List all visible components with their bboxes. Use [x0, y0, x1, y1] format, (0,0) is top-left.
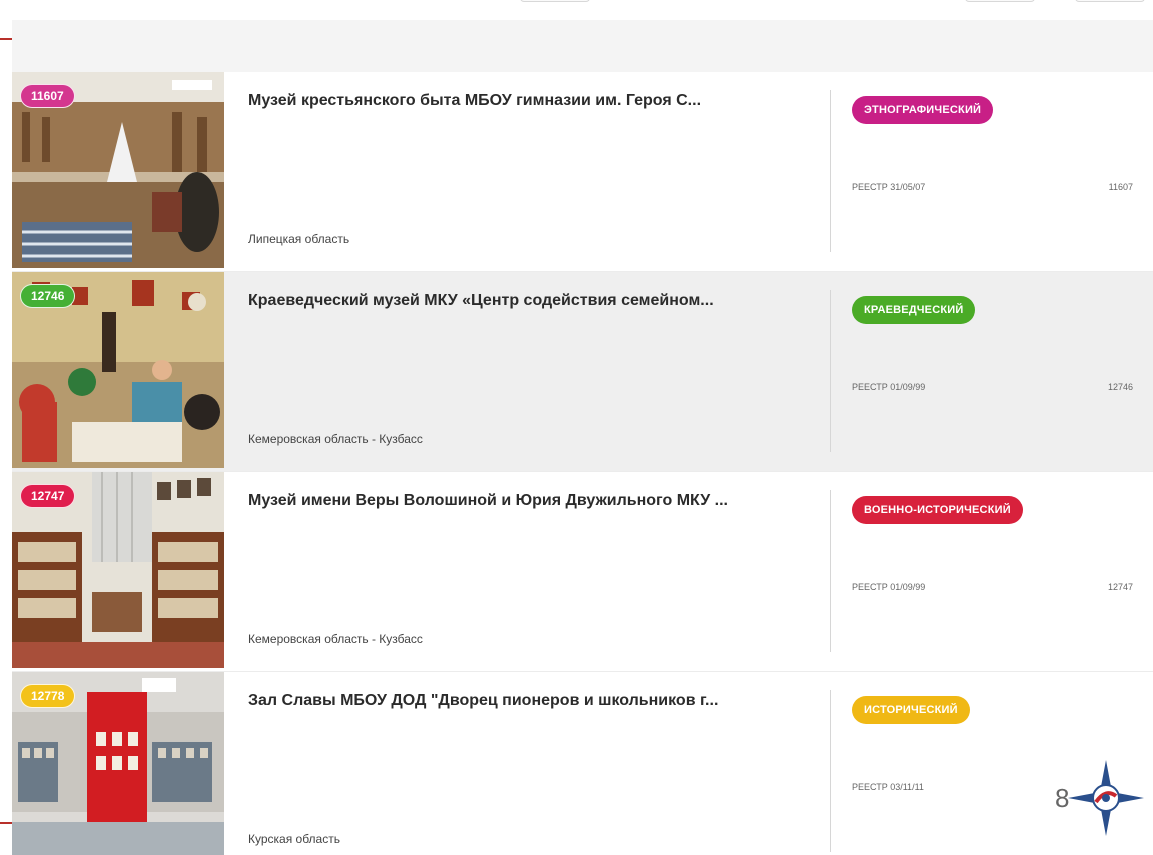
- museum-number: 12746: [1107, 382, 1133, 392]
- museum-type-tag[interactable]: КРАЕВЕДЧЕСКИЙ: [852, 296, 976, 324]
- list-header-bar: [12, 20, 1153, 72]
- top-toolbar-strip: [0, 0, 1153, 20]
- museum-type-tag[interactable]: ИСТОРИЧЕСКИЙ: [852, 696, 970, 724]
- museum-photo[interactable]: 12746: [12, 272, 224, 468]
- museum-type-tag[interactable]: ВОЕННО-ИСТОРИЧЕСКИЙ: [852, 496, 1023, 524]
- museum-region: Курская область: [248, 832, 340, 846]
- toolbar-tab[interactable]: [1075, 0, 1145, 2]
- museum-id-badge: 11607: [20, 84, 75, 108]
- museum-type-tag[interactable]: ЭТНОГРАФИЧЕСКИЙ: [852, 96, 994, 124]
- card-divider: [830, 490, 831, 652]
- museum-list: 11607 Музей крестьянского быта МБОУ гимн…: [12, 72, 1153, 855]
- museum-id-badge: 12746: [20, 284, 76, 308]
- card-divider: [830, 90, 831, 252]
- museum-card[interactable]: 12778 Зал Славы МБОУ ДОД "Дворец пионеро…: [12, 672, 1153, 855]
- card-divider: [830, 290, 831, 452]
- registry-date: РЕЕСТР 31/05/07: [852, 182, 926, 192]
- museum-number: 11607: [1108, 182, 1133, 192]
- registry-date: РЕЕСТР 01/09/99: [852, 382, 926, 392]
- museum-number: 12747: [1107, 582, 1133, 592]
- registry-date: РЕЕСТР 01/09/99: [852, 582, 926, 592]
- museum-region: Кемеровская область - Кузбасс: [248, 432, 423, 446]
- museum-id-badge: 12747: [20, 484, 76, 508]
- museum-photo[interactable]: 12747: [12, 472, 224, 668]
- card-divider: [830, 690, 831, 852]
- museum-title[interactable]: Зал Славы МБОУ ДОД "Дворец пионеров и шк…: [248, 692, 808, 710]
- museum-title[interactable]: Музей крестьянского быта МБОУ гимназии и…: [248, 92, 808, 110]
- museum-region: Липецкая область: [248, 232, 350, 246]
- museum-title[interactable]: Музей имени Веры Волошиной и Юрия Двужил…: [248, 492, 808, 510]
- museum-photo[interactable]: 12778: [12, 672, 224, 855]
- toolbar-tab[interactable]: [965, 0, 1035, 2]
- museum-photo[interactable]: 11607: [12, 72, 224, 268]
- museum-id-badge: 12778: [20, 684, 76, 708]
- museum-region: Кемеровская область - Кузбасс: [248, 632, 423, 646]
- registry-date: РЕЕСТР 03/11/11: [852, 782, 924, 792]
- museum-card[interactable]: 12746 Краеведческий музей МКУ «Центр сод…: [12, 272, 1153, 472]
- compass-rose-logo-icon: [1068, 760, 1144, 836]
- museum-title[interactable]: Краеведческий музей МКУ «Центр содействи…: [248, 292, 808, 310]
- museum-card[interactable]: 12747 Музей имени Веры Волошиной и Юрия …: [12, 472, 1153, 672]
- museum-card[interactable]: 11607 Музей крестьянского быта МБОУ гимн…: [12, 72, 1153, 272]
- toolbar-tab[interactable]: [520, 0, 590, 2]
